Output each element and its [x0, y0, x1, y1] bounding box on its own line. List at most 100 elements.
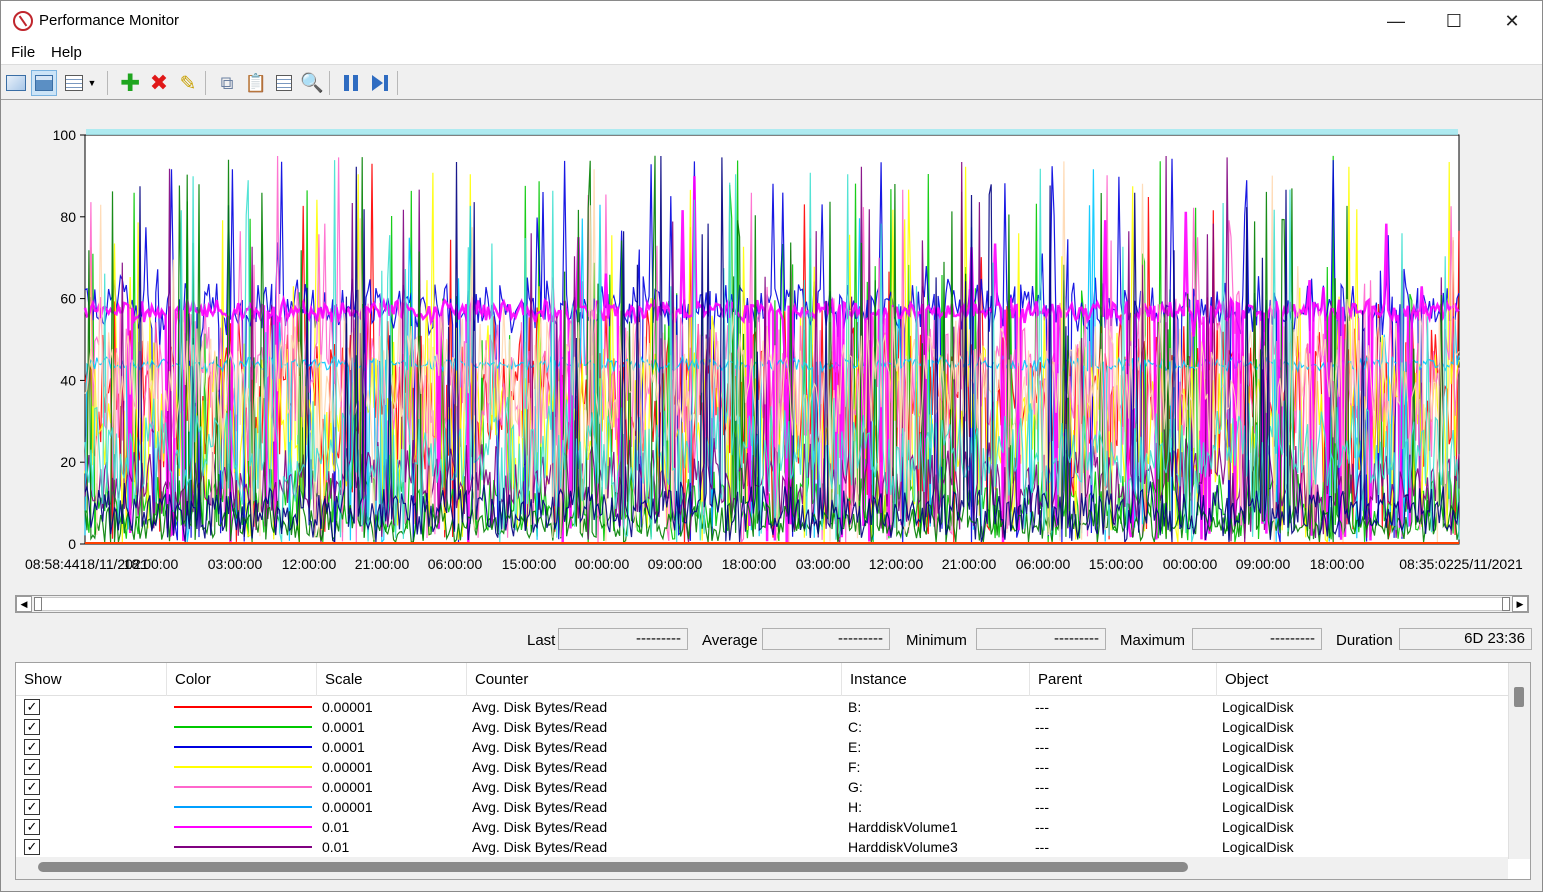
instance-cell: H:	[848, 799, 862, 815]
x-tick-label: 12:00:00	[869, 556, 924, 572]
highlight-icon[interactable]: ✎	[175, 70, 201, 96]
scale-cell: 0.0001	[322, 739, 365, 755]
minimum-label: Minimum	[906, 632, 967, 649]
show-checkbox[interactable]: ✓	[24, 799, 40, 815]
paste-counter-list-icon[interactable]: 📋	[243, 70, 269, 96]
y-tick-label: 20	[60, 454, 76, 470]
vertical-scroll-thumb[interactable]	[1514, 687, 1524, 707]
range-start-handle[interactable]	[34, 597, 42, 611]
column-header-parent[interactable]: Parent	[1030, 663, 1217, 696]
counter-cell: Avg. Disk Bytes/Read	[472, 819, 608, 835]
instance-cell: HarddiskVolume1	[848, 819, 958, 835]
duration-label: Duration	[1336, 632, 1393, 649]
table-row[interactable]: ✓ 0.01 Avg. Disk Bytes/Read HarddiskVolume3…	[16, 837, 1508, 857]
y-tick-label: 0	[68, 536, 76, 552]
color-swatch	[174, 746, 312, 748]
counter-legend-table[interactable]: Show Color Scale Counter Instance Parent…	[15, 662, 1531, 880]
table-row[interactable]: ✓ 0.00001 Avg. Disk Bytes/Read F: --- Logical…	[16, 757, 1508, 777]
range-track[interactable]	[42, 597, 1502, 611]
minimum-value: ---------	[976, 628, 1106, 650]
parent-cell: ---	[1035, 779, 1049, 795]
last-label: Last	[527, 632, 556, 649]
copy-properties-icon[interactable]: ⧉	[214, 70, 240, 96]
horizontal-scrollbar[interactable]	[16, 857, 1508, 879]
time-range-scrollbar[interactable]: ◀ ▶	[15, 595, 1529, 613]
table-row[interactable]: ✓ 0.01 Avg. Disk Bytes/Read HarddiskVolume1…	[16, 817, 1508, 837]
show-checkbox[interactable]: ✓	[24, 759, 40, 775]
scale-cell: 0.00001	[322, 779, 373, 795]
series-top-band	[86, 129, 1458, 135]
table-row[interactable]: ✓ 0.00001 Avg. Disk Bytes/Read G: --- Logical…	[16, 777, 1508, 797]
scale-cell: 0.0001	[322, 719, 365, 735]
column-header-scale[interactable]: Scale	[317, 663, 467, 696]
view-histogram-icon[interactable]	[31, 70, 57, 96]
delete-counter-icon[interactable]: ✖	[146, 70, 172, 96]
minimize-button[interactable]: —	[1367, 1, 1425, 41]
x-tick-label: 00:00:00	[1163, 556, 1218, 572]
menu-help[interactable]: Help	[51, 44, 82, 61]
show-checkbox[interactable]: ✓	[24, 839, 40, 855]
show-checkbox[interactable]: ✓	[24, 719, 40, 735]
maximum-value: ---------	[1192, 628, 1322, 650]
counter-cell: Avg. Disk Bytes/Read	[472, 739, 608, 755]
table-row[interactable]: ✓ 0.00001 Avg. Disk Bytes/Read B: --- Logical…	[16, 697, 1508, 717]
x-tick-label: 15:00:00	[502, 556, 557, 572]
parent-cell: ---	[1035, 699, 1049, 715]
show-checkbox[interactable]: ✓	[24, 699, 40, 715]
table-row[interactable]: ✓ 0.0001 Avg. Disk Bytes/Read C: --- LogicalD…	[16, 717, 1508, 737]
instance-cell: C:	[848, 719, 862, 735]
parent-cell: ---	[1035, 819, 1049, 835]
table-row[interactable]: ✓ 0.00001 Avg. Disk Bytes/Read H: --- Logical…	[16, 797, 1508, 817]
change-graph-type-icon[interactable]	[61, 70, 87, 96]
toolbar: ▼ ✚ ✖ ✎ ⧉ 📋 🔍	[1, 66, 1542, 100]
parent-cell: ---	[1035, 839, 1049, 855]
x-tick-label: 08:35:0225/11/2021	[1399, 556, 1523, 572]
menu-file[interactable]: File	[11, 44, 35, 61]
chevron-down-icon[interactable]: ▼	[85, 70, 99, 96]
x-tick-label: 06:00:00	[1016, 556, 1071, 572]
scale-cell: 0.01	[322, 839, 350, 855]
x-tick-label: 18:00:00	[1310, 556, 1365, 572]
show-checkbox[interactable]: ✓	[24, 819, 40, 835]
x-tick-label: 18:00:00	[124, 556, 179, 572]
perfmon-app-icon	[13, 11, 33, 31]
x-tick-label: 03:00:00	[208, 556, 263, 572]
color-swatch	[174, 826, 312, 828]
counter-cell: Avg. Disk Bytes/Read	[472, 719, 608, 735]
table-row[interactable]: ✓ 0.0001 Avg. Disk Bytes/Read E: --- LogicalD…	[16, 737, 1508, 757]
horizontal-scroll-thumb[interactable]	[38, 862, 1188, 872]
color-swatch	[174, 766, 312, 768]
counter-cell: Avg. Disk Bytes/Read	[472, 779, 608, 795]
maximize-button[interactable]: ☐	[1425, 1, 1483, 41]
show-checkbox[interactable]: ✓	[24, 779, 40, 795]
vertical-scrollbar[interactable]	[1508, 663, 1530, 859]
scroll-left-icon[interactable]: ◀	[16, 596, 32, 612]
column-header-instance[interactable]: Instance	[842, 663, 1030, 696]
view-graph-icon[interactable]	[3, 70, 29, 96]
scroll-right-icon[interactable]: ▶	[1512, 596, 1528, 612]
close-button[interactable]: ✕	[1483, 1, 1541, 41]
color-swatch	[174, 846, 312, 848]
object-cell: LogicalDisk	[1222, 739, 1294, 755]
color-swatch	[174, 726, 312, 728]
column-header-show[interactable]: Show	[16, 663, 167, 696]
y-tick-label: 40	[60, 372, 76, 388]
update-data-icon[interactable]	[367, 70, 393, 96]
x-tick-label: 21:00:00	[355, 556, 410, 572]
column-header-color[interactable]: Color	[167, 663, 317, 696]
range-end-handle[interactable]	[1502, 597, 1510, 611]
x-tick-label: 15:00:00	[1089, 556, 1144, 572]
instance-cell: F:	[848, 759, 861, 775]
show-checkbox[interactable]: ✓	[24, 739, 40, 755]
freeze-display-icon[interactable]	[338, 70, 364, 96]
instance-cell: B:	[848, 699, 862, 715]
performance-graph[interactable]: 0 20 40 60 80 100 08:58:4418/11/2021 18:00:00 03…	[1, 101, 1542, 591]
parent-cell: ---	[1035, 739, 1049, 755]
column-header-counter[interactable]: Counter	[467, 663, 842, 696]
y-tick-label: 80	[60, 209, 76, 225]
properties-icon[interactable]	[271, 70, 297, 96]
zoom-icon[interactable]: 🔍	[299, 70, 325, 96]
column-header-object[interactable]: Object	[1217, 663, 1508, 696]
scale-cell: 0.01	[322, 819, 350, 835]
add-counter-icon[interactable]: ✚	[117, 70, 143, 97]
